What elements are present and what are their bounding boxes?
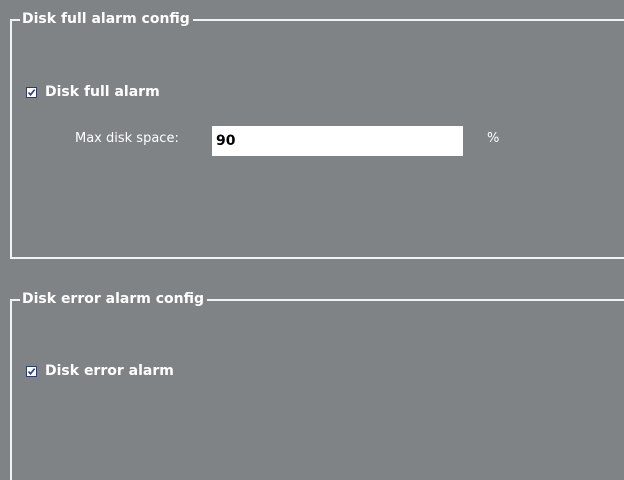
disk-full-alarm-legend: Disk full alarm config [20,10,193,28]
disk-full-alarm-groupbox: Disk full alarm config Disk full alarm M… [10,10,624,259]
alarm-config-panel: Disk full alarm config Disk full alarm M… [0,0,624,480]
disk-error-alarm-legend: Disk error alarm config [20,290,207,308]
disk-error-alarm-checkbox[interactable] [26,365,37,377]
percent-unit-label: % [487,131,500,146]
disk-error-alarm-checkbox-row[interactable]: Disk error alarm [26,362,174,380]
checkmark-icon [27,88,36,96]
disk-full-alarm-checkbox[interactable] [26,86,37,98]
max-disk-space-label: Max disk space: [75,131,179,146]
disk-error-alarm-groupbox: Disk error alarm config Disk error alarm [10,290,624,480]
disk-error-alarm-label: Disk error alarm [45,363,174,379]
disk-full-alarm-checkbox-row[interactable]: Disk full alarm [26,83,160,101]
checkmark-icon [27,367,36,375]
max-disk-space-input[interactable]: 90 [212,126,463,156]
disk-full-alarm-label: Disk full alarm [45,84,160,100]
